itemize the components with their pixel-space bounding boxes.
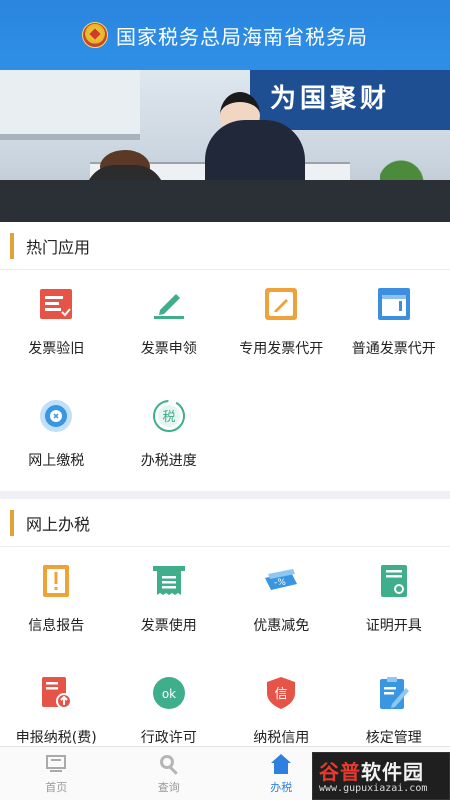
watermark-name-white: 软件园	[361, 760, 424, 784]
hot-apps-header: 热门应用	[0, 222, 450, 270]
search-icon	[158, 753, 180, 775]
general-invoice-icon	[376, 286, 412, 322]
section-divider	[0, 491, 450, 499]
hot-apps-grid: 发票验旧 发票申领 专用发票代开 普通发票代开 网上缴税 税 办税进度	[0, 270, 450, 494]
online-tax-label: 申报纳税(费)	[15, 730, 97, 746]
certificate-icon	[376, 563, 412, 599]
watermark-url: www.gupuxiazai.com	[319, 783, 428, 794]
hot-app-label: 网上缴税	[28, 453, 85, 469]
online-tax-label: 纳税信用	[253, 730, 310, 746]
tab-label: 查询	[157, 781, 180, 794]
svg-text:ok: ok	[162, 687, 176, 701]
invoice-check-icon	[38, 286, 74, 322]
tab-search[interactable]: 查询	[113, 747, 226, 800]
online-tax-label: 优惠减免	[253, 618, 310, 634]
hot-app-label: 办税进度	[140, 453, 197, 469]
tax-credit-icon: 信	[263, 675, 299, 711]
section-title: 网上办税	[26, 514, 91, 534]
hot-app-online-payment[interactable]: 网上缴税	[0, 382, 113, 494]
online-tax-invoice-use[interactable]: 发票使用	[113, 547, 226, 659]
watermark-name-red: 谷普	[319, 760, 361, 784]
hot-app-label: 发票验旧	[28, 341, 85, 357]
tab-label: 办税	[270, 781, 293, 794]
online-tax-label: 核定管理	[365, 730, 422, 746]
assessment-icon	[376, 675, 412, 711]
tab-label: 首页	[45, 781, 68, 794]
online-tax-discount[interactable]: -% 优惠减免	[225, 547, 338, 659]
tax-house-icon	[270, 753, 292, 775]
hot-app-general-invoice[interactable]: 普通发票代开	[338, 270, 450, 382]
special-invoice-icon	[263, 286, 299, 322]
watermark-logo: 谷普软件园 www.gupuxiazai.com	[312, 752, 450, 800]
online-tax-payment-icon	[38, 398, 74, 434]
section-title: 热门应用	[26, 237, 91, 257]
online-tax-label: 信息报告	[28, 618, 85, 634]
home-icon	[45, 753, 67, 775]
hot-app-label: 普通发票代开	[351, 341, 436, 357]
online-tax-info-report[interactable]: 信息报告	[0, 547, 113, 659]
banner-image[interactable]: 为国聚财	[0, 70, 450, 222]
online-tax-label: 行政许可	[140, 730, 197, 746]
section-accent-bar	[10, 232, 14, 259]
hot-app-special-invoice[interactable]: 专用发票代开	[225, 270, 338, 382]
hot-app-tax-progress[interactable]: 税 办税进度	[113, 382, 226, 494]
discount-icon: -%	[263, 563, 299, 599]
svg-text:税: 税	[162, 410, 175, 425]
invoice-use-icon	[151, 563, 187, 599]
online-tax-label: 发票使用	[140, 618, 197, 634]
tax-declare-icon	[38, 675, 74, 711]
national-emblem-icon	[82, 22, 108, 48]
hot-app-invoice-check[interactable]: 发票验旧	[0, 270, 113, 382]
page-title: 国家税务总局海南省税务局	[116, 24, 368, 49]
online-tax-header: 网上办税	[0, 499, 450, 547]
hot-app-label: 专用发票代开	[239, 341, 324, 357]
invoice-apply-icon	[151, 286, 187, 322]
online-tax-certificate[interactable]: 证明开具	[338, 547, 450, 659]
info-report-icon	[38, 563, 74, 599]
tab-home[interactable]: 首页	[0, 747, 113, 800]
hot-app-label: 发票申领	[140, 341, 197, 357]
banner-slogan: 为国聚财	[270, 84, 391, 114]
tax-progress-icon: 税	[151, 398, 187, 434]
hot-app-invoice-apply[interactable]: 发票申领	[113, 270, 226, 382]
online-tax-label: 证明开具	[365, 618, 422, 634]
app-header: 国家税务总局海南省税务局	[0, 0, 450, 70]
svg-text:信: 信	[275, 687, 288, 702]
svg-text:-%: -%	[274, 578, 286, 588]
admin-license-icon: ok	[151, 675, 187, 711]
online-tax-grid: 信息报告 发票使用 -% 优惠减免 证明开具 申报纳税(费) ok 行政许可 信	[0, 547, 450, 771]
section-accent-bar	[10, 509, 14, 536]
